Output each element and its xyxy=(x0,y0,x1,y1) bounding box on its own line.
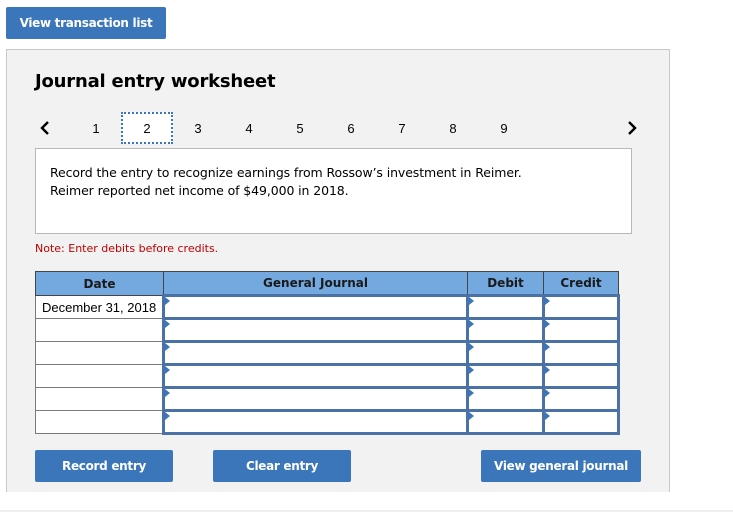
cell-marker-icon xyxy=(165,389,170,397)
debit-input[interactable] xyxy=(466,294,545,320)
view-transaction-list-button[interactable]: View transaction list xyxy=(6,7,166,39)
cell-marker-icon xyxy=(165,412,170,420)
account-input[interactable] xyxy=(162,340,469,366)
cell-marker-icon xyxy=(545,412,550,420)
table-row xyxy=(35,317,620,343)
chevron-left-icon xyxy=(40,121,49,135)
table-row xyxy=(35,363,620,389)
page-6[interactable]: 6 xyxy=(325,112,377,144)
cell-marker-icon xyxy=(165,320,170,328)
clear-entry-button[interactable]: Clear entry xyxy=(213,450,351,482)
page-7[interactable]: 7 xyxy=(376,112,428,144)
cell-marker-icon xyxy=(545,320,550,328)
cell-marker-icon xyxy=(545,343,550,351)
table-header-row: Date General Journal Debit Credit xyxy=(35,271,619,296)
cell-marker-icon xyxy=(469,297,474,305)
page-4[interactable]: 4 xyxy=(223,112,275,144)
cell-marker-icon xyxy=(545,389,550,397)
page-9[interactable]: 9 xyxy=(478,112,530,144)
date-cell xyxy=(35,410,164,434)
debit-input[interactable] xyxy=(466,409,545,435)
previous-entry-button[interactable] xyxy=(37,118,53,138)
column-header-debit: Debit xyxy=(467,271,544,296)
table-row: December 31, 2018 xyxy=(35,294,620,320)
cell-marker-icon xyxy=(165,297,170,305)
cell-marker-icon xyxy=(469,343,474,351)
page-1[interactable]: 1 xyxy=(70,112,122,144)
prompt-line-1: Record the entry to recognize earnings f… xyxy=(50,165,522,180)
transaction-prompt: Record the entry to recognize earnings f… xyxy=(35,148,632,234)
cell-marker-icon xyxy=(545,366,550,374)
cell-marker-icon xyxy=(165,343,170,351)
date-cell xyxy=(35,318,164,342)
cell-marker-icon xyxy=(165,366,170,374)
date-cell xyxy=(35,387,164,411)
date-cell xyxy=(35,364,164,388)
entry-pager: 1 2 3 4 5 6 7 8 9 xyxy=(7,106,671,150)
table-row xyxy=(35,409,620,435)
date-cell xyxy=(35,341,164,365)
prompt-line-2: Reimer reported net income of $49,000 in… xyxy=(50,183,349,198)
page-8[interactable]: 8 xyxy=(427,112,479,144)
column-header-credit: Credit xyxy=(543,271,619,296)
debits-credits-note: Note: Enter debits before credits. xyxy=(35,242,219,255)
view-general-journal-button[interactable]: View general journal xyxy=(481,450,641,482)
record-entry-button[interactable]: Record entry xyxy=(35,450,173,482)
journal-entry-worksheet-panel: Journal entry worksheet 1 2 3 4 5 6 7 8 … xyxy=(6,49,670,492)
cell-marker-icon xyxy=(469,412,474,420)
worksheet-title: Journal entry worksheet xyxy=(35,71,276,92)
table-row xyxy=(35,386,620,412)
page-5[interactable]: 5 xyxy=(274,112,326,144)
credit-input[interactable] xyxy=(542,317,620,343)
credit-input[interactable] xyxy=(542,294,620,320)
account-input[interactable] xyxy=(162,363,469,389)
credit-input[interactable] xyxy=(542,363,620,389)
cell-marker-icon xyxy=(469,320,474,328)
credit-input[interactable] xyxy=(542,409,620,435)
credit-input[interactable] xyxy=(542,386,620,412)
cell-marker-icon xyxy=(469,389,474,397)
debit-input[interactable] xyxy=(466,363,545,389)
chevron-right-icon xyxy=(628,121,637,135)
cell-marker-icon xyxy=(545,297,550,305)
page-2-active[interactable]: 2 xyxy=(121,112,173,144)
debit-input[interactable] xyxy=(466,386,545,412)
credit-input[interactable] xyxy=(542,340,620,366)
date-cell: December 31, 2018 xyxy=(35,295,164,319)
journal-table: Date General Journal Debit Credit Decemb… xyxy=(35,271,620,435)
account-input[interactable] xyxy=(162,386,469,412)
debit-input[interactable] xyxy=(466,317,545,343)
next-entry-button[interactable] xyxy=(624,118,640,138)
cell-marker-icon xyxy=(469,366,474,374)
column-header-general-journal: General Journal xyxy=(163,271,468,296)
debit-input[interactable] xyxy=(466,340,545,366)
account-input[interactable] xyxy=(162,317,469,343)
page-3[interactable]: 3 xyxy=(172,112,224,144)
column-header-date: Date xyxy=(35,271,164,296)
account-input[interactable] xyxy=(162,294,469,320)
account-input[interactable] xyxy=(162,409,469,435)
table-row xyxy=(35,340,620,366)
